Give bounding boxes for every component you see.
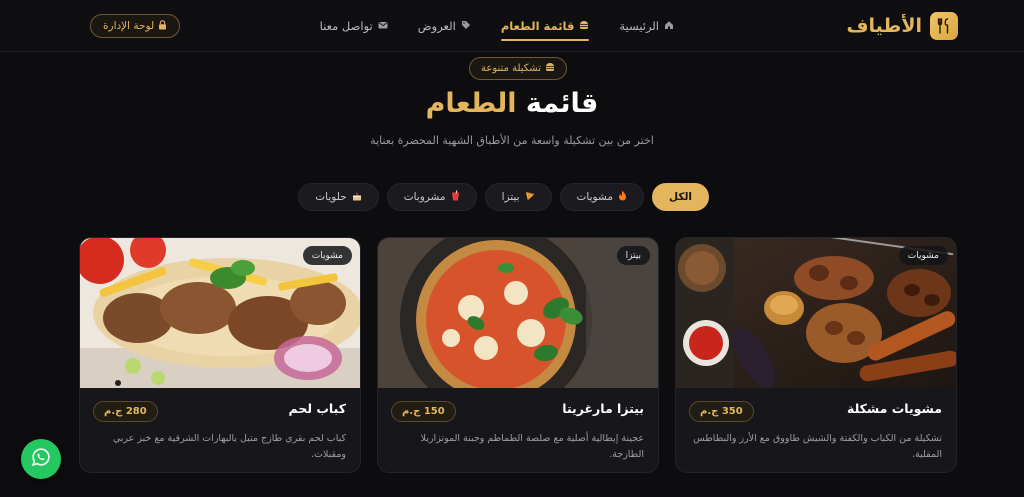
lock-icon — [158, 19, 167, 33]
pizza-image: بيتزا — [378, 238, 658, 388]
filter-all[interactable]: الكل — [651, 183, 709, 211]
nav-item-label: الرئيسية — [619, 19, 659, 33]
utensils-icon — [930, 12, 958, 40]
envelope-icon — [378, 20, 388, 33]
burger-icon — [579, 20, 589, 33]
price-badge: 150 ج.م — [391, 401, 456, 422]
category-tag: مشويات — [898, 246, 948, 265]
filter-label: مشروبات — [403, 191, 446, 203]
main-nav: الرئيسية قائمة الطعام العروض تواصل معنا — [320, 0, 674, 52]
item-name: مشويات مشكلة — [846, 401, 942, 416]
item-name: كباب لحم — [288, 401, 346, 416]
category-filters: الكل مشويات بيتزا مشروبات حلويات — [298, 183, 709, 211]
whatsapp-icon — [31, 447, 51, 471]
item-description: كباب لحم بقري طازج متبل بالبهارات الشرقي… — [112, 433, 346, 460]
nav-item-home[interactable]: الرئيسية — [619, 0, 674, 52]
filter-label: حلويات — [315, 191, 347, 203]
site-header: الأطياف الرئيسية قائمة الطعام العروض توا… — [0, 0, 1024, 52]
item-name: بيتزا مارغريتا — [562, 401, 644, 416]
nav-item-label: العروض — [417, 19, 456, 33]
nav-item-menu[interactable]: قائمة الطعام — [500, 0, 590, 52]
admin-label: لوحة الإدارة — [103, 20, 155, 32]
filter-desserts[interactable]: حلويات — [298, 183, 379, 211]
fire-icon — [618, 190, 627, 204]
filter-pizza[interactable]: بيتزا — [484, 183, 552, 211]
nav-item-contact[interactable]: تواصل معنا — [320, 0, 388, 52]
title-part-2: الطعام — [425, 88, 517, 119]
home-icon — [664, 20, 674, 33]
nav-item-label: قائمة الطعام — [500, 19, 575, 33]
whatsapp-button[interactable] — [21, 439, 61, 479]
mixed-grill-image: مشويات — [676, 238, 956, 388]
nav-item-label: تواصل معنا — [319, 19, 373, 33]
pizza-icon — [525, 191, 535, 204]
menu-card[interactable]: مشويات مشويات مشكلة 350 ج.م تشكيلة من ال… — [675, 237, 957, 473]
item-description: عجينة إيطالية أصلية مع صلصة الطماطم وجبن… — [420, 433, 644, 460]
brand-logo[interactable]: الأطياف — [846, 12, 958, 40]
price-badge: 280 ج.م — [93, 401, 158, 422]
nav-item-offers[interactable]: العروض — [418, 0, 471, 52]
filter-label: مشويات — [576, 191, 613, 203]
drink-icon — [451, 190, 460, 204]
filter-label: بيتزا — [501, 191, 520, 203]
menu-card[interactable]: بيتزا بيتزا مارغريتا 150 ج.م عجينة إيطال… — [377, 237, 659, 473]
category-tag: مشويات — [302, 246, 352, 265]
menu-card[interactable]: مشويات كباب لحم 280 ج.م كباب لحم بقري طا… — [79, 237, 361, 473]
page-subtitle: اختر من بين تشكيلة واسعة من الأطباق الشه… — [370, 134, 654, 147]
filter-label: الكل — [668, 191, 692, 203]
filter-grills[interactable]: مشويات — [559, 183, 644, 211]
item-description: تشكيلة من الكباب والكفتة والشيش طاووق مع… — [693, 433, 942, 460]
cake-icon — [352, 191, 362, 204]
price-badge: 350 ج.م — [689, 401, 754, 422]
title-part-1: قائمة — [525, 88, 599, 119]
admin-dashboard-button[interactable]: لوحة الإدارة — [90, 14, 181, 38]
tag-icon — [461, 20, 471, 33]
filter-drinks[interactable]: مشروبات — [386, 183, 477, 211]
section-pill: تشكيلة متنوعة — [469, 57, 567, 80]
brand-name: الأطياف — [846, 15, 922, 37]
category-tag: بيتزا — [616, 246, 650, 265]
page-title: قائمة الطعام — [0, 88, 1024, 119]
kebab-image: مشويات — [80, 238, 360, 388]
pill-label: تشكيلة متنوعة — [481, 63, 541, 74]
burger-icon — [545, 62, 555, 75]
